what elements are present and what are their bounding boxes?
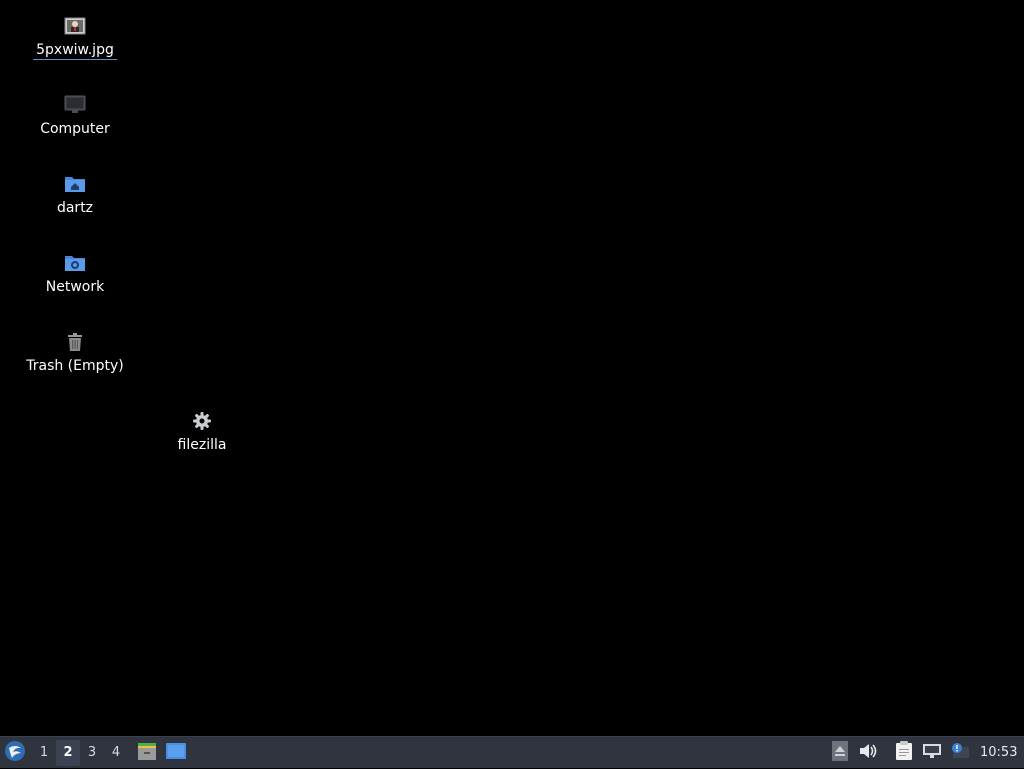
network-button[interactable] — [918, 737, 946, 769]
eject-icon — [832, 740, 848, 765]
computer-icon — [63, 93, 87, 117]
image-file-label: 5pxwiw.jpg — [33, 42, 117, 60]
desktop-icon-home-folder[interactable]: dartz — [20, 172, 130, 217]
volume-icon — [859, 743, 877, 763]
image-file-icon — [63, 14, 87, 38]
workspace-2-button[interactable]: 2 — [56, 739, 80, 766]
update-notifier-icon — [950, 742, 970, 764]
trash-label: Trash (Empty) — [26, 358, 124, 374]
distro-menu-icon — [4, 740, 26, 766]
show-desktop-icon — [165, 742, 187, 764]
filezilla-label: filezilla — [177, 437, 227, 453]
eject-button[interactable] — [826, 737, 854, 769]
desktop[interactable]: 5pxwiw.jpg Computer dartz Network Trash … — [0, 0, 1024, 736]
workspace-3-button[interactable]: 3 — [80, 740, 104, 766]
computer-label: Computer — [40, 121, 110, 137]
desktop-icon-computer[interactable]: Computer — [20, 93, 130, 138]
home-folder-icon — [63, 172, 87, 196]
network-icon — [922, 743, 942, 763]
home-folder-label: dartz — [56, 200, 94, 216]
workspace-1-button[interactable]: 1 — [32, 740, 56, 766]
workspace-4-button[interactable]: 4 — [104, 740, 128, 766]
show-desktop-button[interactable] — [161, 737, 190, 769]
network-folder-icon — [63, 251, 87, 275]
desktop-icon-filezilla[interactable]: filezilla — [147, 409, 257, 454]
gear-icon — [190, 409, 214, 433]
clipboard-icon — [895, 740, 913, 765]
clipboard-button[interactable] — [890, 737, 918, 769]
volume-button[interactable] — [854, 737, 882, 769]
network-label: Network — [45, 279, 105, 295]
update-notifier-button[interactable] — [946, 737, 974, 769]
file-manager-launcher[interactable] — [132, 737, 161, 769]
clock[interactable]: 10:53 — [974, 745, 1024, 760]
file-manager-icon — [137, 741, 157, 765]
taskbar: 1 2 3 4 10:53 — [0, 736, 1024, 768]
desktop-icon-trash[interactable]: Trash (Empty) — [20, 330, 130, 375]
application-menu-button[interactable] — [0, 737, 30, 769]
desktop-icon-image-file[interactable]: 5pxwiw.jpg — [20, 14, 130, 60]
desktop-icon-network[interactable]: Network — [20, 251, 130, 296]
trash-icon — [63, 330, 87, 354]
